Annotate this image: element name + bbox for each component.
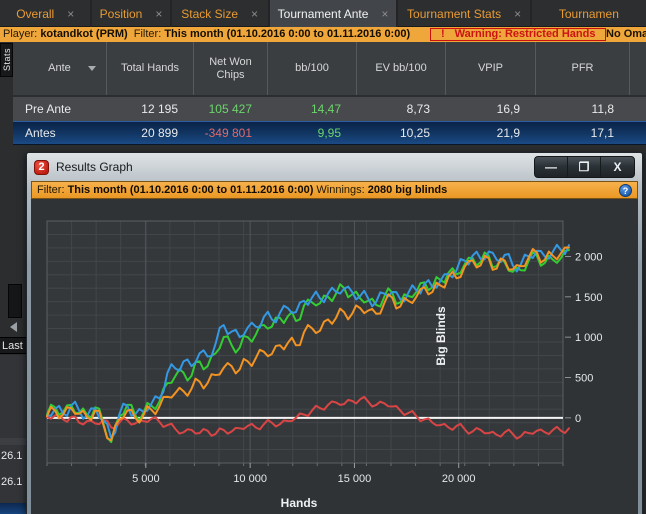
warning-text: Warning: Restricted Hands bbox=[454, 28, 596, 40]
scroll-left-arrow-icon[interactable] bbox=[10, 322, 17, 332]
filter-label: Filter: bbox=[133, 28, 162, 40]
tab-close-icon[interactable]: × bbox=[155, 7, 162, 21]
svg-text:10 000: 10 000 bbox=[233, 473, 267, 485]
pfr-value: 11,8 bbox=[591, 102, 614, 116]
tab-label: Tournament Ante bbox=[277, 6, 369, 21]
svg-text:Big Blinds: Big Blinds bbox=[434, 306, 448, 366]
graph-filter-bar: Filter: This month (01.10.2016 0:00 to 0… bbox=[31, 181, 638, 199]
hm2-app-icon: 2 bbox=[34, 159, 49, 175]
column-header-filler bbox=[630, 42, 646, 95]
svg-text:0: 0 bbox=[575, 413, 581, 425]
list-item[interactable]: 26.1 bbox=[1, 476, 22, 488]
ev-bb100-value: 8,73 bbox=[406, 102, 430, 116]
results-chart: 0 500 1 000 1 500 2 000 5 000 10 000 15 000 20 0… bbox=[46, 220, 603, 510]
pfr-value: 17,1 bbox=[590, 126, 614, 140]
scrollbar-thumb[interactable] bbox=[8, 284, 22, 318]
player-label: Player: bbox=[3, 28, 38, 40]
warning-extra-text: No Oma bbox=[606, 28, 646, 40]
vpip-value: 16,9 bbox=[496, 102, 520, 116]
tab-label: Stack Size bbox=[181, 6, 238, 21]
close-button[interactable]: X bbox=[601, 157, 634, 177]
winnings-label: Winnings: bbox=[316, 184, 365, 196]
tab-stack-size[interactable]: Stack Size × bbox=[172, 0, 270, 27]
graph-area: 0 500 1 000 1 500 2 000 5 000 10 000 15 000 20 0… bbox=[31, 200, 638, 514]
player-filter-bar: Player: kotandkot (PRM) Filter: This mon… bbox=[0, 27, 646, 42]
graph-filter-value: This month (01.10.2016 0:00 to 01.11.201… bbox=[67, 184, 314, 196]
bb100-value: 14,47 bbox=[310, 102, 341, 116]
svg-text:1 500: 1 500 bbox=[575, 292, 603, 304]
bb100-value: 9,95 bbox=[317, 126, 341, 140]
tab-label: Tournamen bbox=[558, 6, 619, 21]
list-item[interactable]: 26.1 bbox=[1, 450, 22, 462]
tab-close-icon[interactable]: × bbox=[251, 7, 258, 21]
window-content: Filter: This month (01.10.2016 0:00 to 0… bbox=[31, 181, 638, 514]
row-label: Pre Ante bbox=[25, 102, 72, 116]
winnings-value: 2080 big blinds bbox=[367, 184, 448, 196]
tab-tournament-cut[interactable]: Tournamen bbox=[532, 0, 646, 27]
maximize-button[interactable]: ❐ bbox=[568, 157, 601, 177]
ante-report-table: Ante Total Hands Net Won Chips bb/100 EV… bbox=[13, 42, 646, 145]
window-title: Results Graph bbox=[56, 160, 133, 174]
report-tab-bar: Overall × Position × Stack Size × Tourna… bbox=[0, 0, 646, 27]
warning-icon: ! bbox=[441, 28, 445, 40]
column-header-vpip[interactable]: VPIP bbox=[446, 42, 536, 95]
filter-value: This month (01.10.2016 0:00 to 01.11.201… bbox=[164, 28, 411, 40]
svg-text:1 000: 1 000 bbox=[575, 332, 603, 344]
help-icon[interactable]: ? bbox=[619, 184, 632, 197]
app-screen: Overall × Position × Stack Size × Tourna… bbox=[0, 0, 646, 514]
tab-label: Tournament Stats bbox=[407, 6, 502, 21]
window-controls: — ❐ X bbox=[534, 156, 635, 178]
last-column-header[interactable]: Last bbox=[0, 337, 26, 354]
ante-filter-dropdown-icon[interactable] bbox=[88, 66, 96, 71]
net-won-chips-value: 105 427 bbox=[208, 102, 252, 116]
tab-close-icon[interactable]: × bbox=[67, 7, 74, 21]
stats-side-tab[interactable]: Stats bbox=[0, 43, 13, 77]
total-hands-value: 20 899 bbox=[141, 126, 178, 140]
column-header-net-won-chips[interactable]: Net Won Chips bbox=[194, 42, 268, 95]
tab-tournament-ante[interactable]: Tournament Ante × bbox=[269, 0, 399, 27]
player-value: kotandkot (PRM) bbox=[40, 28, 128, 40]
ev-bb100-value: 10,25 bbox=[399, 126, 430, 140]
tab-label: Overall bbox=[16, 6, 55, 21]
column-header-ev-bb100[interactable]: EV bb/100 bbox=[357, 42, 446, 95]
row-label: Antes bbox=[25, 126, 56, 140]
results-graph-window: 2 Results Graph — ❐ X Filter: This month… bbox=[26, 152, 643, 514]
svg-text:500: 500 bbox=[575, 372, 593, 384]
table-row-pre-ante[interactable]: Pre Ante 12 195 105 427 14,47 8,73 16,9 … bbox=[13, 97, 646, 121]
tab-close-icon[interactable]: × bbox=[381, 7, 388, 21]
tab-close-icon[interactable]: × bbox=[514, 7, 521, 21]
minimize-button[interactable]: — bbox=[535, 157, 568, 177]
table-header-row: Ante Total Hands Net Won Chips bb/100 EV… bbox=[13, 42, 646, 95]
svg-text:Hands: Hands bbox=[281, 496, 318, 510]
svg-text:20 000: 20 000 bbox=[442, 473, 476, 485]
tab-tournament-stats[interactable]: Tournament Stats × bbox=[398, 0, 532, 27]
total-hands-value: 12 195 bbox=[141, 102, 178, 116]
column-header-ante[interactable]: Ante bbox=[13, 42, 107, 95]
graph-filter-label: Filter: bbox=[37, 184, 65, 196]
svg-text:2 000: 2 000 bbox=[575, 251, 603, 263]
column-header-bb100[interactable]: bb/100 bbox=[268, 42, 357, 95]
window-titlebar[interactable]: 2 Results Graph — ❐ X bbox=[27, 153, 642, 181]
background-list: 26.1 26.1 bbox=[0, 355, 26, 514]
selected-row-fragment[interactable] bbox=[0, 503, 26, 514]
tab-position[interactable]: Position × bbox=[92, 0, 172, 27]
tab-label: Position bbox=[99, 6, 143, 21]
column-header-pfr[interactable]: PFR bbox=[536, 42, 630, 95]
tab-overall[interactable]: Overall × bbox=[0, 0, 93, 27]
svg-text:5 000: 5 000 bbox=[132, 473, 160, 485]
net-won-chips-value: -349 801 bbox=[204, 126, 252, 140]
column-header-total-hands[interactable]: Total Hands bbox=[107, 42, 194, 95]
restricted-hands-warning: ! Warning: Restricted Hands bbox=[430, 28, 607, 41]
svg-text:15 000: 15 000 bbox=[338, 473, 372, 485]
table-row-antes-selected[interactable]: Antes 20 899 -349 801 9,95 10,25 21,9 17… bbox=[13, 121, 646, 145]
vpip-value: 21,9 bbox=[496, 126, 520, 140]
